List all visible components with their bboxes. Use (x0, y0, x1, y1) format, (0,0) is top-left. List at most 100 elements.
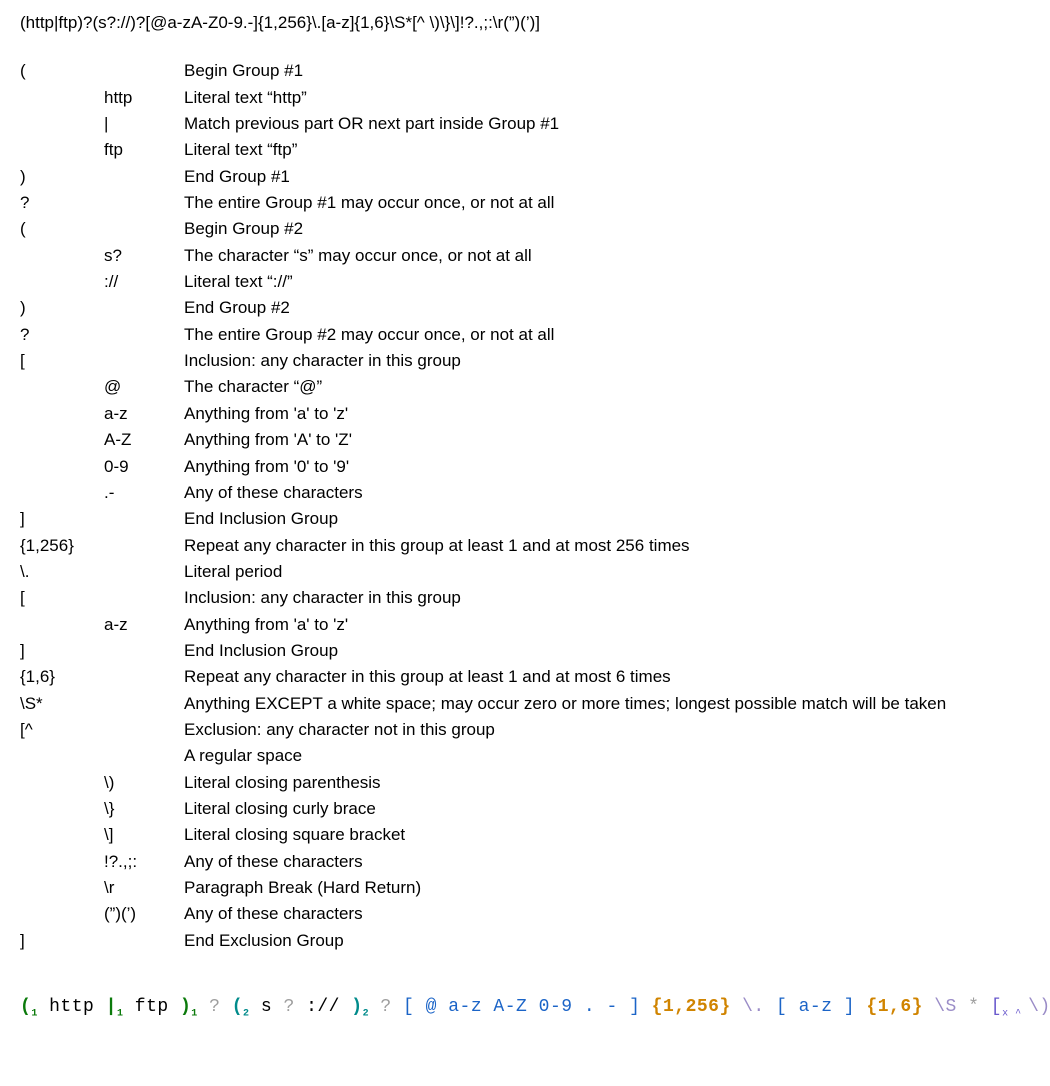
description-col: Match previous part OR next part inside … (184, 111, 946, 137)
token-col (20, 770, 104, 796)
table-row: s?The character “s” may occur once, or n… (20, 243, 946, 269)
subtoken-col (104, 506, 184, 532)
subtoken-col: \r (104, 875, 184, 901)
token-col: ] (20, 928, 104, 954)
description-col: Any of these characters (184, 849, 946, 875)
subtoken-col (104, 691, 184, 717)
group1-close: ) (180, 997, 191, 1017)
token-col: ? (20, 322, 104, 348)
subtoken-col (104, 717, 184, 743)
table-row: ? The entire Group #1 may occur once, or … (20, 190, 946, 216)
table-row: ?The entire Group #2 may occur once, or … (20, 322, 946, 348)
table-row: {1,6}Repeat any character in this group … (20, 664, 946, 690)
token-col: ] (20, 506, 104, 532)
token-col (20, 743, 104, 769)
description-col: End Inclusion Group (184, 638, 946, 664)
description-col: End Group #1 (184, 164, 946, 190)
subtoken-col (104, 190, 184, 216)
description-col: Exclusion: any character not in this gro… (184, 717, 946, 743)
description-col: Any of these characters (184, 901, 946, 927)
table-row: a-zAnything from 'a' to 'z' (20, 401, 946, 427)
exclusion-sub: x ^ (1002, 1009, 1028, 1020)
table-row: ] End Inclusion Group (20, 638, 946, 664)
backslash-s: \S (934, 997, 968, 1017)
description-col: Repeat any character in this group at le… (184, 533, 946, 559)
table-row: A-ZAnything from 'A' to 'Z' (20, 427, 946, 453)
subtoken-col: A-Z (104, 427, 184, 453)
subtoken-col (104, 664, 184, 690)
subtoken-col: !?.,;: (104, 849, 184, 875)
group1-open: ( (20, 997, 31, 1017)
token-col (20, 269, 104, 295)
token-col: ) (20, 164, 104, 190)
subtoken-col (104, 638, 184, 664)
table-row: @The character “@” (20, 374, 946, 400)
subtoken-col (104, 164, 184, 190)
literal-sep: :// (295, 997, 352, 1017)
table-row: !?.,;:Any of these characters (20, 849, 946, 875)
class-close-1: ] (629, 997, 652, 1017)
table-row: .-Any of these characters (20, 480, 946, 506)
table-row: ]End Inclusion Group (20, 506, 946, 532)
token-col (20, 849, 104, 875)
class-2: [ a-z ] (776, 997, 866, 1017)
token-col (20, 612, 104, 638)
token-col: \. (20, 559, 104, 585)
star: * (968, 997, 991, 1017)
table-row: \}Literal closing curly brace (20, 796, 946, 822)
table-row: \.Literal period (20, 559, 946, 585)
subtoken-col (104, 533, 184, 559)
table-row: [Inclusion: any character in this group (20, 585, 946, 611)
token-col (20, 427, 104, 453)
table-row: [ Inclusion: any character in this group (20, 348, 946, 374)
table-row: ] End Exclusion Group (20, 928, 946, 954)
description-col: Repeat any character in this group at le… (184, 664, 946, 690)
description-col: A regular space (184, 743, 946, 769)
group2-close: ) (351, 997, 362, 1017)
table-row: \rParagraph Break (Hard Return) (20, 875, 946, 901)
description-col: Anything from '0' to '9' (184, 454, 946, 480)
footer-colored-regex: (1 http |1 ftp )1 ? (2 s ? :// )2 ? [ @ … (20, 994, 1030, 1022)
description-col: Anything from 'a' to 'z' (184, 612, 946, 638)
subtoken-col (104, 295, 184, 321)
subtoken-col: a-z (104, 612, 184, 638)
token-col: [^ (20, 717, 104, 743)
subtoken-col (104, 585, 184, 611)
token-col (20, 401, 104, 427)
subtoken-col: 0-9 (104, 454, 184, 480)
table-row: (Begin Group #1 (20, 58, 946, 84)
token-col: ] (20, 638, 104, 664)
token-col: ? (20, 190, 104, 216)
subtoken-col (104, 743, 184, 769)
table-row: (”)(’)Any of these characters (20, 901, 946, 927)
description-col: Begin Group #1 (184, 58, 946, 84)
description-col: End Exclusion Group (184, 928, 946, 954)
literal-ftp: ftp (123, 997, 180, 1017)
description-col: The entire Group #1 may occur once, or n… (184, 190, 946, 216)
repeat-2: {1,6} (866, 997, 934, 1017)
token-col: [ (20, 348, 104, 374)
subtoken-col: \) (104, 770, 184, 796)
table-row: (Begin Group #2 (20, 216, 946, 242)
table-row: \)Literal closing parenthesis (20, 770, 946, 796)
header-regex: (http|ftp)?(s?://)?[@a-zA-Z0-9.-]{1,256}… (20, 10, 1030, 36)
description-col: Literal text “ftp” (184, 137, 946, 163)
description-col: Paragraph Break (Hard Return) (184, 875, 946, 901)
token-col (20, 243, 104, 269)
subtoken-col: \] (104, 822, 184, 848)
table-row: \]Literal closing square bracket (20, 822, 946, 848)
table-row: ://Literal text “://” (20, 269, 946, 295)
token-col (20, 85, 104, 111)
description-col: End Group #2 (184, 295, 946, 321)
subtoken-col: | (104, 111, 184, 137)
subtoken-col: a-z (104, 401, 184, 427)
subtoken-col (104, 322, 184, 348)
table-row: A regular space (20, 743, 946, 769)
description-col: Begin Group #2 (184, 216, 946, 242)
token-col (20, 111, 104, 137)
table-row: {1,256}Repeat any character in this grou… (20, 533, 946, 559)
table-row: 0-9Anything from '0' to '9' (20, 454, 946, 480)
subtoken-col (104, 216, 184, 242)
description-col: Anything from 'a' to 'z' (184, 401, 946, 427)
description-col: Inclusion: any character in this group (184, 348, 946, 374)
